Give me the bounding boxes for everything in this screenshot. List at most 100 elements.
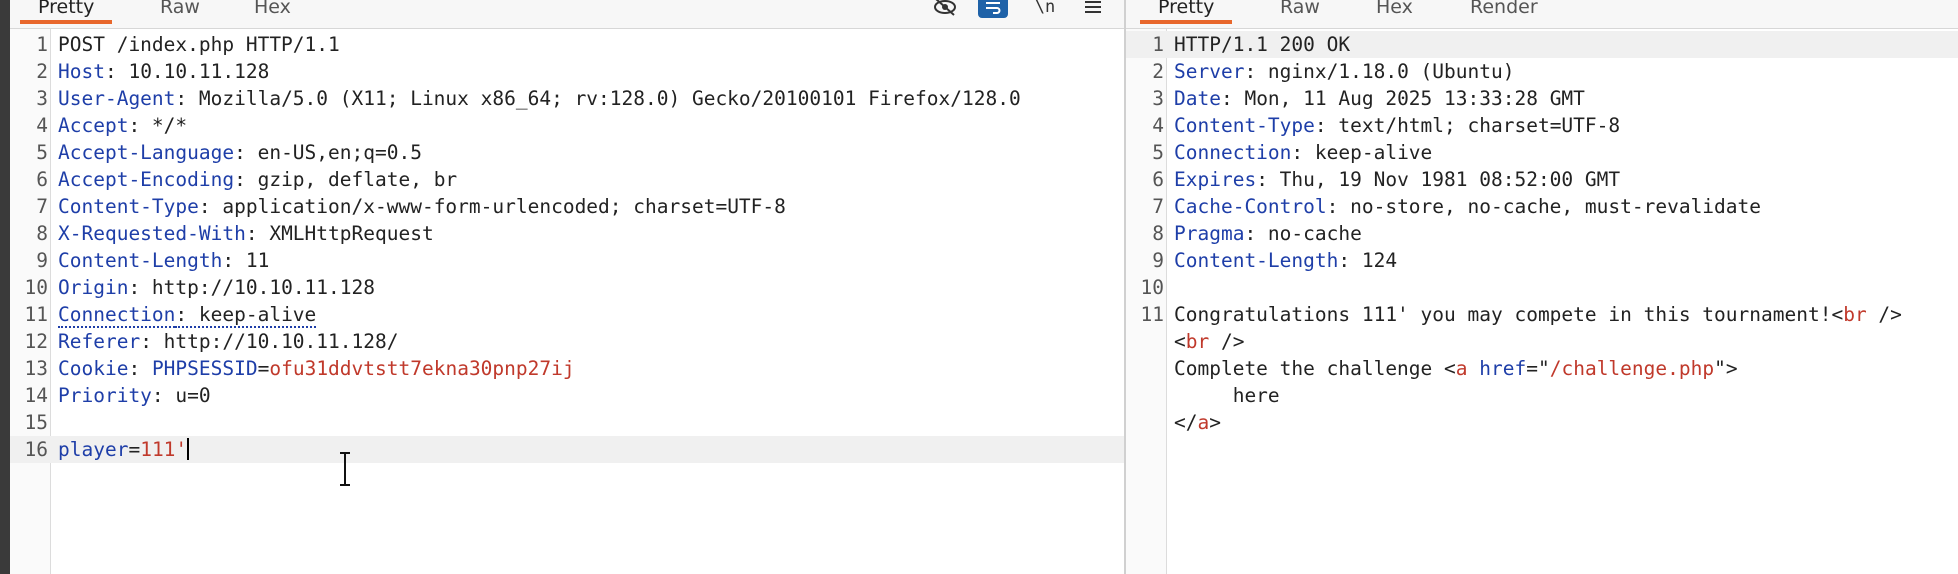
response-line: 2 Server: nginx/1.18.0 (Ubuntu) xyxy=(1126,58,1958,85)
code-token: > xyxy=(1209,411,1221,434)
eye-slash-icon[interactable] xyxy=(930,0,960,20)
code-token: Connection xyxy=(1174,141,1292,164)
code-token: Referer xyxy=(58,330,141,353)
response-line: 3 Date: Mon, 11 Aug 2025 13:33:28 GMT xyxy=(1126,85,1958,112)
response-tab-hex[interactable]: Hex xyxy=(1358,0,1431,24)
request-line: 1 POST /index.php HTTP/1.1 xyxy=(10,31,1126,58)
code-token: Origin xyxy=(58,276,129,299)
code-token: : */* xyxy=(128,114,188,137)
code-token: /challenge.php xyxy=(1549,357,1715,380)
line-code: player=111' xyxy=(58,436,1126,463)
code-token: ofu31ddvtstt7ekna30pnp27ij xyxy=(269,357,575,380)
request-line: 5 Accept-Language: en-US,en;q=0.5 xyxy=(10,139,1126,166)
code-token: a xyxy=(1455,357,1468,380)
code-token: : 10.10.11.128 xyxy=(104,60,270,83)
code-token: < xyxy=(1174,330,1186,353)
line-number: 3 xyxy=(36,87,48,110)
code-token: br xyxy=(1843,303,1867,326)
request-line: 10 Origin: http://10.10.11.128 xyxy=(10,274,1126,301)
line-code: User-Agent: Mozilla/5.0 (X11; Linux x86_… xyxy=(58,85,1126,112)
line-code: Pragma: no-cache xyxy=(1174,220,1958,247)
response-tab-pretty[interactable]: Pretty xyxy=(1140,0,1233,24)
code-token: Cookie xyxy=(58,357,129,380)
line-code: Accept-Language: en-US,en;q=0.5 xyxy=(58,139,1126,166)
newline-icon[interactable]: \n xyxy=(1030,0,1060,20)
request-editor-text[interactable]: 1 POST /index.php HTTP/1.1 2 Host: 10.10.11… xyxy=(10,31,1126,463)
code-token: Congratulations 111' you may compete in … xyxy=(1174,303,1832,326)
line-code: Cache-Control: no-store, no-cache, must-… xyxy=(1174,193,1958,220)
code-token: : keep-alive xyxy=(175,303,317,328)
line-number: 2 xyxy=(36,60,48,83)
line-code: <br /> xyxy=(1174,328,1958,355)
request-line: 9 Content-Length: 11 xyxy=(10,247,1126,274)
code-token: : keep-alive xyxy=(1291,141,1433,164)
request-line: 3 User-Agent: Mozilla/5.0 (X11; Linux x86… xyxy=(10,85,1126,112)
line-number: 10 xyxy=(1140,276,1164,299)
code-token: Expires xyxy=(1174,168,1257,191)
request-tab-pretty[interactable]: Pretty xyxy=(20,0,113,24)
code-token: player xyxy=(58,438,129,461)
code-token: Connection xyxy=(58,303,176,328)
menu-icon[interactable] xyxy=(1078,0,1108,20)
code-token: : 11 xyxy=(222,249,270,272)
request-editor-pane: Pretty Raw Hex \n 1 POST /index.php HTTP/… xyxy=(10,0,1126,574)
code-token: : text/html; charset=UTF-8 xyxy=(1314,114,1621,137)
code-token: Content-Length xyxy=(58,249,223,272)
response-tab-render[interactable]: Render xyxy=(1452,0,1556,24)
response-tab-raw[interactable]: Raw xyxy=(1262,0,1338,24)
code-token: =" xyxy=(1526,357,1550,380)
code-token: : Thu, 19 Nov 1981 08:52:00 GMT xyxy=(1256,168,1621,191)
request-line: 16 player=111' xyxy=(10,436,1126,463)
code-token: Accept xyxy=(58,114,129,137)
response-line: Complete the challenge <a href="/challen… xyxy=(1126,355,1958,382)
line-code: Cookie: PHPSESSID=ofu31ddvtstt7ekna30pnp… xyxy=(58,355,1126,382)
line-number: 15 xyxy=(24,411,48,434)
code-token: = xyxy=(128,438,141,461)
response-line: 9 Content-Length: 124 xyxy=(1126,247,1958,274)
line-code: X-Requested-With: XMLHttpRequest xyxy=(58,220,1126,247)
code-token: : Mozilla/5.0 (X11; Linux x86_64; rv:128… xyxy=(175,87,1021,110)
code-token: : no-cache xyxy=(1244,222,1362,245)
code-token: HTTP/1.1 200 OK xyxy=(1174,33,1351,56)
request-line: 14 Priority: u=0 xyxy=(10,382,1126,409)
response-line: 1 HTTP/1.1 200 OK xyxy=(1126,31,1958,58)
line-code: Congratulations 111' you may compete in … xyxy=(1174,301,1958,328)
code-token: : http://10.10.11.128 xyxy=(128,276,375,299)
request-line: 4 Accept: */* xyxy=(10,112,1126,139)
line-code: Expires: Thu, 19 Nov 1981 08:52:00 GMT xyxy=(1174,166,1958,193)
request-line: 13 Cookie: PHPSESSID=ofu31ddvtstt7ekna30p… xyxy=(10,355,1126,382)
line-number: 14 xyxy=(24,384,48,407)
code-token: 111' xyxy=(140,438,188,461)
response-tab-bar: Pretty Raw Hex Render xyxy=(1126,0,1958,29)
code-token: Accept-Encoding xyxy=(58,168,235,191)
code-token: Server xyxy=(1174,60,1245,83)
response-line: 5 Connection: keep-alive xyxy=(1126,139,1958,166)
line-number: 5 xyxy=(1152,141,1164,164)
response-line: 4 Content-Type: text/html; charset=UTF-8 xyxy=(1126,112,1958,139)
request-tab-hex[interactable]: Hex xyxy=(236,0,309,24)
code-token: : u=0 xyxy=(151,384,211,407)
code-token: Priority xyxy=(58,384,152,407)
code-token: Pragma xyxy=(1174,222,1245,245)
code-token: Accept-Language xyxy=(58,141,235,164)
code-token: : gzip, deflate, br xyxy=(234,168,458,191)
line-number: 7 xyxy=(1152,195,1164,218)
code-token: Host xyxy=(58,60,105,83)
line-number: 2 xyxy=(1152,60,1164,83)
line-number: 11 xyxy=(24,303,48,326)
line-number: 4 xyxy=(36,114,48,137)
code-token: = xyxy=(257,357,270,380)
response-line: </a> xyxy=(1126,409,1958,436)
request-line: 12 Referer: http://10.10.11.128/ xyxy=(10,328,1126,355)
line-number: 10 xyxy=(24,276,48,299)
line-code: Connection: keep-alive xyxy=(58,301,1126,328)
code-token: : xyxy=(128,357,152,380)
code-token: </ xyxy=(1174,411,1198,434)
request-tab-raw[interactable]: Raw xyxy=(142,0,218,24)
wrap-lines-icon[interactable] xyxy=(978,0,1008,18)
request-line: 8 X-Requested-With: XMLHttpRequest xyxy=(10,220,1126,247)
line-code: Referer: http://10.10.11.128/ xyxy=(58,328,1126,355)
code-token: : XMLHttpRequest xyxy=(245,222,434,245)
line-code: HTTP/1.1 200 OK xyxy=(1174,31,1958,58)
